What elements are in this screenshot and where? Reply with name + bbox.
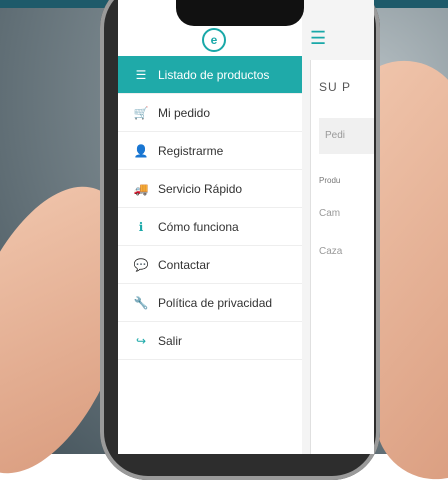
- menu-item-label: Política de privacidad: [158, 295, 273, 310]
- phone-screen: e ☰ Listado de productos 🛒 Mi pedido 👤 R…: [118, 0, 374, 454]
- order-card: SU P Pedi Produ Cam Caza: [310, 60, 374, 454]
- menu-item-label: Registrarme: [158, 143, 224, 158]
- pedido-field[interactable]: Pedi: [319, 118, 374, 154]
- menu-item-contactar[interactable]: 💬 Contactar: [118, 246, 302, 284]
- menu-item-mi-pedido[interactable]: 🛒 Mi pedido: [118, 94, 302, 132]
- menu-item-registrarme[interactable]: 👤 Registrarme: [118, 132, 302, 170]
- phone-notch: [176, 0, 304, 26]
- product-row[interactable]: Cam: [319, 208, 340, 219]
- menu-item-label: Mi pedido: [158, 105, 211, 120]
- cart-icon: 🛒: [133, 105, 149, 120]
- drawer-menu: ☰ Listado de productos 🛒 Mi pedido 👤 Reg…: [118, 56, 302, 360]
- user-icon: 👤: [133, 143, 149, 158]
- menu-item-servicio-rapido[interactable]: 🚚 Servicio Rápido: [118, 170, 302, 208]
- info-icon: ℹ: [138, 219, 144, 234]
- menu-item-salir[interactable]: ↪ Salir: [118, 322, 302, 360]
- logout-icon: ↪: [135, 333, 147, 348]
- menu-item-politica-privacidad[interactable]: 🔧 Política de privacidad: [118, 284, 302, 322]
- wrench-icon: 🔧: [133, 295, 149, 310]
- menu-item-listado-productos[interactable]: ☰ Listado de productos: [118, 56, 302, 94]
- truck-icon: 🚚: [133, 181, 149, 196]
- menu-item-como-funciona[interactable]: ℹ Cómo funciona: [118, 208, 302, 246]
- product-row[interactable]: Caza: [319, 246, 342, 257]
- menu-item-label: Cómo funciona: [158, 219, 239, 234]
- menu-item-label: Servicio Rápido: [158, 181, 243, 196]
- list-icon: ☰: [135, 67, 147, 82]
- main-content: ☰ SU P Pedi Produ Cam Caza: [302, 0, 374, 454]
- side-drawer: e ☰ Listado de productos 🛒 Mi pedido 👤 R…: [118, 0, 303, 454]
- app-logo-icon[interactable]: e: [202, 28, 226, 52]
- menu-item-label: Listado de productos: [158, 67, 270, 82]
- chat-icon: 💬: [133, 257, 149, 272]
- hamburger-icon[interactable]: ☰: [310, 28, 326, 49]
- menu-item-label: Contactar: [158, 257, 211, 272]
- menu-item-label: Salir: [158, 333, 183, 348]
- page-title: SU P: [319, 80, 352, 94]
- products-label: Produ: [319, 176, 341, 185]
